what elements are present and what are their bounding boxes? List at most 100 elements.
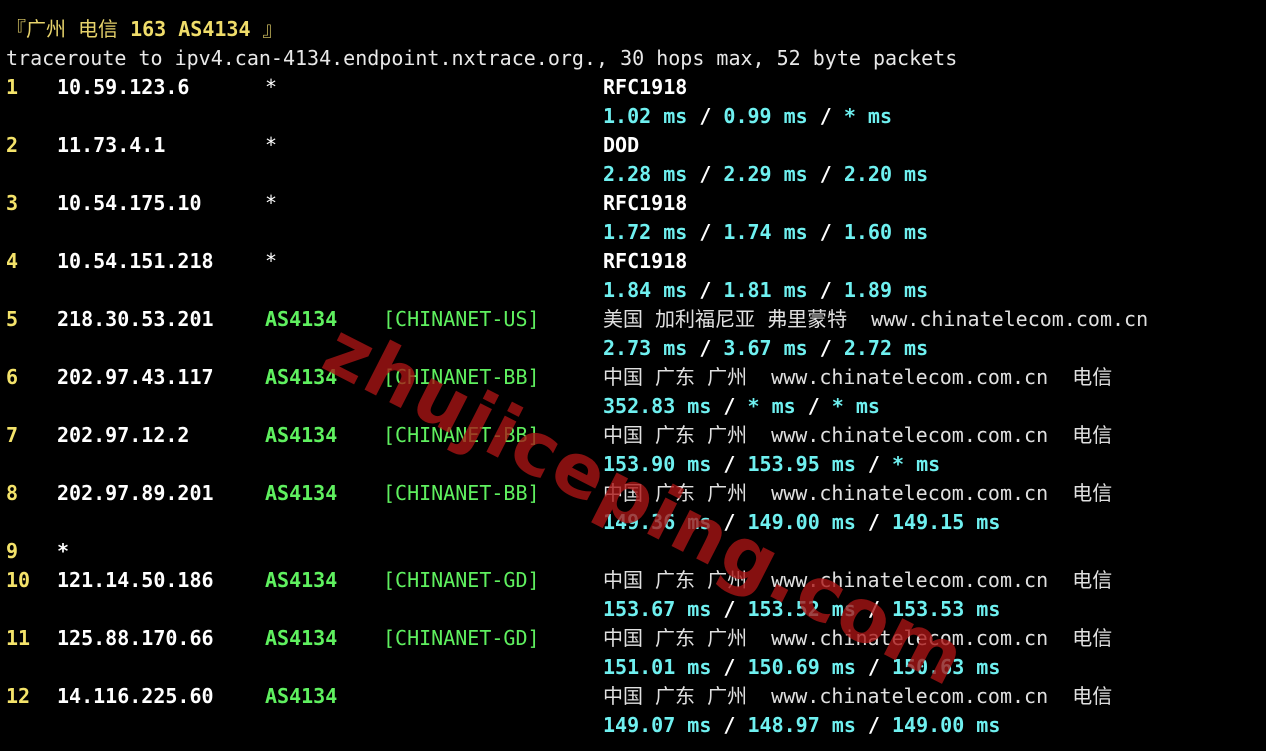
hop-number: 5 [6,307,19,331]
hop-row: 10 121.14.50.186 AS4134 [CHINANET-GD] 中国 广东 … [6,566,1262,595]
hop-rtt: 1.84 ms / 1.81 ms / 1.89 ms [603,276,928,305]
rtt-value: 2.28 ms [603,162,688,186]
hop-rtt-row: 352.83 ms / * ms / * ms [6,392,1262,421]
hop-ip: 10.59.123.6 [57,75,190,99]
hop-number: 10 [6,568,31,592]
rtt-separator: / [711,394,748,418]
rtt-separator: / [711,510,748,534]
rtt-separator: / [711,597,748,621]
hop-number: 12 [6,684,31,708]
hop-number: 11 [6,626,31,650]
hop-geolocation: 中国 广东 广州 www.chinatelecom.com.cn 电信 [603,423,1113,447]
rtt-value: 149.36 ms [603,510,712,534]
hop-row: 9 * [6,537,1262,566]
hop-rtt: 153.90 ms / 153.95 ms / * ms [603,450,940,479]
hop-list: 1 10.59.123.6 * RFC1918 1.02 ms / 0.99 ms / … [6,73,1262,740]
rtt-value: 1.02 ms [603,104,688,128]
rtt-separator: / [795,394,832,418]
rtt-value: 0.99 ms [723,104,808,128]
rtt-value: * ms [747,394,796,418]
hop-rtt: 352.83 ms / * ms / * ms [603,392,880,421]
hop-rtt: 151.01 ms / 150.69 ms / 150.63 ms [603,653,1000,682]
hop-network-tag: [CHINANET-BB] [383,481,540,505]
rtt-value: 153.53 ms [892,597,1001,621]
hop-number: 7 [6,423,19,447]
hop-asn-unknown: * [265,249,278,273]
hop-rtt-row: 1.02 ms / 0.99 ms / * ms [6,102,1262,131]
hop-asn: AS4134 [265,365,338,389]
rtt-value: * ms [831,394,880,418]
hop-asn: AS4134 [265,568,338,592]
hop-address-class: RFC1918 [603,191,688,215]
hop-ip: 125.88.170.66 [57,626,214,650]
hop-ip: 11.73.4.1 [57,133,166,157]
rtt-value: 153.52 ms [747,597,856,621]
hop-rtt-row: 153.67 ms / 153.52 ms / 153.53 ms [6,595,1262,624]
hop-asn-unknown: * [265,133,278,157]
hop-address-class: DOD [603,133,640,157]
hop-ip: 202.97.89.201 [57,481,214,505]
rtt-separator: / [855,597,892,621]
rtt-separator: / [807,336,844,360]
hop-network-tag: [CHINANET-BB] [383,365,540,389]
rtt-separator: / [687,162,724,186]
hop-row: 7 202.97.12.2 AS4134 [CHINANET-BB] 中国 广东 广州 … [6,421,1262,450]
hop-network-tag: [CHINANET-US] [383,307,540,331]
rtt-value: 148.97 ms [747,713,856,737]
hop-ip: 202.97.12.2 [57,423,190,447]
rtt-value: * ms [892,452,941,476]
hop-rtt: 1.72 ms / 1.74 ms / 1.60 ms [603,218,928,247]
hop-row: 8 202.97.89.201 AS4134 [CHINANET-BB] 中国 广东 广… [6,479,1262,508]
hop-number: 1 [6,75,19,99]
terminal-output: 『广州 电信 163 AS4134 』 traceroute to ipv4.c… [6,15,1262,740]
hop-rtt: 153.67 ms / 153.52 ms / 153.53 ms [603,595,1000,624]
hop-rtt-row: 2.28 ms / 2.29 ms / 2.20 ms [6,160,1262,189]
rtt-separator: / [807,162,844,186]
hop-row: 6 202.97.43.117 AS4134 [CHINANET-BB] 中国 广东 广… [6,363,1262,392]
hop-geolocation: 中国 广东 广州 www.chinatelecom.com.cn 电信 [603,481,1113,505]
rtt-value: 149.15 ms [892,510,1001,534]
rtt-separator: / [807,220,844,244]
rtt-value: 149.00 ms [892,713,1001,737]
hop-address-class: RFC1918 [603,75,688,99]
rtt-separator: / [855,655,892,679]
rtt-value: 150.63 ms [892,655,1001,679]
hop-ip: 10.54.175.10 [57,191,202,215]
header-network: 163 AS4134 [130,17,251,41]
hop-number: 4 [6,249,19,273]
hop-row: 11 125.88.170.66 AS4134 [CHINANET-GD] 中国 广东 … [6,624,1262,653]
hop-ip: 218.30.53.201 [57,307,214,331]
hop-geolocation: 美国 加利福尼亚 弗里蒙特 www.chinatelecom.com.cn [603,307,1149,331]
command-line: traceroute to ipv4.can-4134.endpoint.nxt… [6,46,958,70]
rtt-value: 2.73 ms [603,336,688,360]
rtt-separator: / [711,452,748,476]
rtt-value: 153.90 ms [603,452,712,476]
rtt-separator: / [855,713,892,737]
hop-ip: 14.116.225.60 [57,684,214,708]
hop-rtt-row: 2.73 ms / 3.67 ms / 2.72 ms [6,334,1262,363]
rtt-value: 2.72 ms [843,336,929,360]
rtt-value: 1.89 ms [843,278,929,302]
hop-geolocation: 中国 广东 广州 www.chinatelecom.com.cn 电信 [603,568,1113,592]
hop-rtt-row: 151.01 ms / 150.69 ms / 150.63 ms [6,653,1262,682]
hop-rtt-row: 1.72 ms / 1.74 ms / 1.60 ms [6,218,1262,247]
hop-rtt-row: 153.90 ms / 153.95 ms / * ms [6,450,1262,479]
hop-network-tag: [CHINANET-GD] [383,626,540,650]
hop-number: 3 [6,191,19,215]
rtt-value: 1.74 ms [723,220,808,244]
rtt-separator: / [711,655,748,679]
rtt-value: 1.72 ms [603,220,688,244]
hop-row: 4 10.54.151.218 * RFC1918 [6,247,1262,276]
hop-geolocation: 中国 广东 广州 www.chinatelecom.com.cn 电信 [603,365,1113,389]
hop-row: 12 14.116.225.60 AS4134 中国 广东 广州 www.chinat… [6,682,1262,711]
rtt-value: 3.67 ms [723,336,808,360]
hop-rtt: 2.28 ms / 2.29 ms / 2.20 ms [603,160,928,189]
hop-rtt: 2.73 ms / 3.67 ms / 2.72 ms [603,334,928,363]
hop-geolocation: 中国 广东 广州 www.chinatelecom.com.cn 电信 [603,626,1113,650]
rtt-value: 149.07 ms [603,713,712,737]
hop-row: 2 11.73.4.1 * DOD [6,131,1262,160]
rtt-value: 2.20 ms [843,162,929,186]
rtt-separator: / [687,336,724,360]
hop-network-tag: [CHINANET-GD] [383,568,540,592]
hop-asn-unknown: * [265,75,278,99]
